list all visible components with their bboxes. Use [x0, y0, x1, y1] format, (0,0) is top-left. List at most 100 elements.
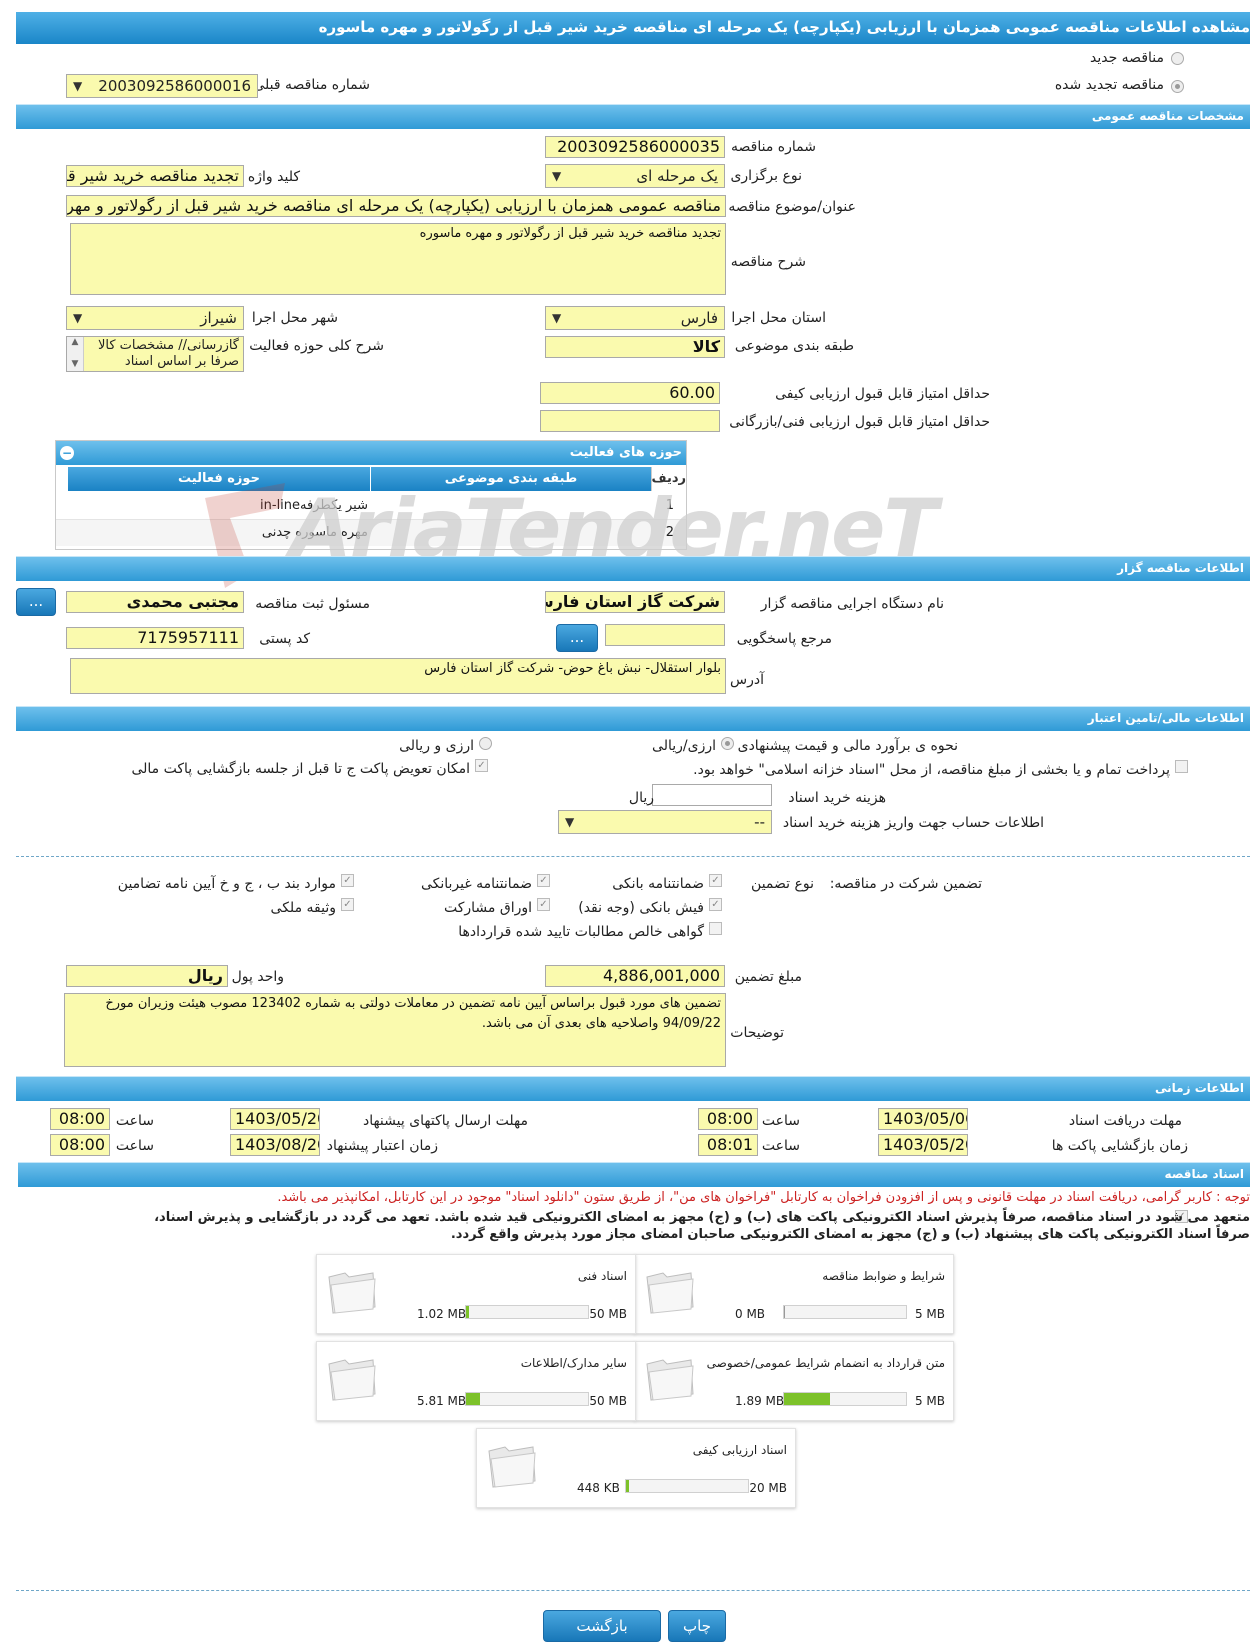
- collapse-icon[interactable]: −: [60, 446, 74, 460]
- divider: [16, 1590, 1250, 1591]
- bank-guarantee-label: ضمانتنامه بانکی: [612, 876, 704, 892]
- document-progress: [465, 1305, 589, 1319]
- province-label: استان محل اجرا: [731, 310, 826, 326]
- treasury-payment-checkbox[interactable]: [1175, 760, 1188, 773]
- keyword-field[interactable]: تجدید مناقصه خرید شیر قبل: [66, 165, 244, 187]
- tender-number-field[interactable]: 2003092586000035: [545, 136, 725, 158]
- city-select[interactable]: ▼ شیراز: [66, 306, 244, 330]
- opening-date[interactable]: 1403/05/20: [878, 1134, 968, 1156]
- category-label: طبقه بندی موضوعی: [734, 338, 854, 354]
- description-label: شرح مناقصه: [730, 254, 806, 270]
- estimate-label: نحوه ی برآورد مالی و قیمت پیشنهادی: [737, 738, 958, 754]
- category-field[interactable]: کالا: [545, 336, 725, 358]
- reference-field[interactable]: [605, 624, 725, 646]
- document-progress-fill: [466, 1306, 469, 1318]
- items-bpkh-checkbox[interactable]: ✓: [341, 874, 354, 887]
- document-card[interactable]: اسناد فنی 50 MB 1.02 MB: [316, 1254, 636, 1334]
- prev-number-select[interactable]: ▼ 2003092586000016: [66, 74, 258, 98]
- nonbank-guarantee-checkbox[interactable]: ✓: [537, 874, 550, 887]
- currency-unit-label: واحد پول: [231, 969, 284, 985]
- document-progress: [783, 1392, 907, 1406]
- back-button[interactable]: بازگشت: [543, 1610, 661, 1642]
- print-button[interactable]: چاپ: [668, 1610, 726, 1642]
- guarantee-notes-field[interactable]: تضمین های مورد قبول براساس آیین نامه تضم…: [64, 993, 726, 1067]
- listbox-scrollbar[interactable]: ▲ ▼: [67, 337, 84, 371]
- opening-label: زمان بازگشایی پاکت ها: [1051, 1138, 1188, 1154]
- currency-rial-option-radio[interactable]: [479, 737, 492, 750]
- address-field[interactable]: بلوار استقلال- نبش باغ حوض- شرکت گاز است…: [70, 658, 726, 694]
- document-card[interactable]: اسناد ارزیابی کیفی 20 MB 448 KB: [476, 1428, 796, 1508]
- description-field[interactable]: تجدید مناقصه خرید شیر قبل از رگولاتور و …: [70, 223, 726, 295]
- city-label: شهر محل اجرا: [251, 310, 338, 326]
- subject-field[interactable]: مناقصه عمومی همزمان با ارزیابی (یکپارچه)…: [66, 195, 726, 217]
- doc-fee-unit: ریال: [628, 790, 654, 806]
- organizer-section-header: اطلاعات مناقصه گزار: [16, 556, 1250, 581]
- tender-number-label: شماره مناقصه: [731, 139, 816, 155]
- new-tender-label: مناقصه جدید: [1089, 50, 1164, 66]
- document-progress-fill: [626, 1480, 629, 1492]
- holding-type-value: یک مرحله ای: [636, 167, 718, 185]
- document-card[interactable]: شرایط و ضوابط مناقصه 5 MB 0 MB: [634, 1254, 954, 1334]
- document-max-size: 5 MB: [914, 1394, 945, 1408]
- document-size: 448 KB: [577, 1481, 620, 1495]
- activity-desc-label: شرح کلی حوزه فعالیت: [249, 338, 384, 354]
- folder-icon: [328, 1272, 376, 1314]
- net-claims-checkbox[interactable]: [709, 922, 722, 935]
- submit-deadline-date[interactable]: 1403/05/20: [230, 1108, 320, 1130]
- min-quality-field[interactable]: 60.00: [540, 382, 720, 404]
- doc-fee-field[interactable]: [652, 784, 772, 806]
- validity-date[interactable]: 1403/08/20: [230, 1134, 320, 1156]
- validity-time[interactable]: 08:00: [50, 1134, 110, 1156]
- min-tech-field[interactable]: [540, 410, 720, 432]
- holding-type-select[interactable]: ▼ یک مرحله ای: [545, 164, 725, 188]
- document-size: 1.02 MB: [417, 1307, 467, 1321]
- registrar-more-button[interactable]: ...: [16, 588, 56, 616]
- net-claims-label: گواهی خالص مطالبات تایید شده قراردادها: [458, 924, 704, 940]
- org-name-field[interactable]: شرکت گاز استان فارس: [545, 591, 725, 613]
- bonds-checkbox[interactable]: ✓: [537, 898, 550, 911]
- activity-grid-title: حوزه های فعالیت: [569, 445, 682, 460]
- bank-guarantee-checkbox[interactable]: ✓: [709, 874, 722, 887]
- address-label: آدرس: [730, 672, 764, 688]
- province-value: فارس: [680, 309, 718, 327]
- property-checkbox[interactable]: ✓: [341, 898, 354, 911]
- rial-option-radio[interactable]: [721, 737, 734, 750]
- document-card[interactable]: سایر مدارک/اطلاعات 50 MB 5.81 MB: [316, 1341, 636, 1421]
- renewed-tender-radio[interactable]: [1171, 80, 1184, 93]
- postal-code-label: کد پستی: [259, 631, 310, 647]
- swap-envelope-text: امکان تعویض پاکت ج تا قبل از جلسه بازگشا…: [131, 761, 470, 777]
- postal-code-field[interactable]: 7175957111: [66, 627, 244, 649]
- folder-icon: [488, 1446, 536, 1488]
- chevron-down-icon: ▼: [565, 815, 575, 829]
- document-max-size: 50 MB: [589, 1394, 627, 1408]
- validity-time-label: ساعت: [115, 1138, 154, 1154]
- new-tender-radio[interactable]: [1171, 52, 1184, 65]
- document-name: اسناد ارزیابی کیفی: [692, 1443, 787, 1457]
- activity-desc-listbox[interactable]: ▲ ▼ گازرسانی// مشخصات کالا صرفا بر اساس ا…: [66, 336, 244, 372]
- general-section-title: مشخصات مناقصه عمومی: [1091, 109, 1244, 123]
- bonds-label: اوراق مشارکت: [443, 900, 532, 916]
- reference-more-button[interactable]: ...: [556, 624, 598, 652]
- nonbank-guarantee-label: ضمانتنامه غیربانکی: [420, 876, 532, 892]
- guarantee-amount-field[interactable]: 4,886,001,000: [545, 965, 725, 987]
- doc-deadline-time[interactable]: 08:00: [698, 1108, 758, 1130]
- folder-icon: [646, 1272, 694, 1314]
- opening-time[interactable]: 08:01: [698, 1134, 758, 1156]
- rial-option-label: ارزی/ریالی: [652, 738, 716, 754]
- document-progress: [783, 1305, 907, 1319]
- participation-guarantee-label: تضمین شرکت در مناقصه:: [829, 876, 982, 892]
- doc-deadline-date[interactable]: 1403/05/06: [878, 1108, 968, 1130]
- province-select[interactable]: ▼ فارس: [545, 306, 725, 330]
- submit-deadline-time[interactable]: 08:00: [50, 1108, 110, 1130]
- opening-time-label: ساعت: [761, 1138, 800, 1154]
- registrar-field[interactable]: مجتبی محمدی: [66, 591, 244, 613]
- account-info-select[interactable]: ▼ --: [558, 810, 772, 834]
- bank-receipt-checkbox[interactable]: ✓: [709, 898, 722, 911]
- currency-rial-option-label: ارزی و ریالی: [399, 738, 474, 754]
- document-name: شرایط و ضوابط مناقصه: [822, 1269, 945, 1283]
- swap-envelope-checkbox[interactable]: ✓: [475, 759, 488, 772]
- currency-unit-field[interactable]: ریال: [66, 965, 228, 987]
- activity-grid-header: حوزه های فعالیت −: [56, 441, 686, 465]
- document-name: متن قرارداد به انضمام شرایط عمومی/خصوصی: [706, 1356, 945, 1370]
- document-card[interactable]: متن قرارداد به انضمام شرایط عمومی/خصوصی …: [634, 1341, 954, 1421]
